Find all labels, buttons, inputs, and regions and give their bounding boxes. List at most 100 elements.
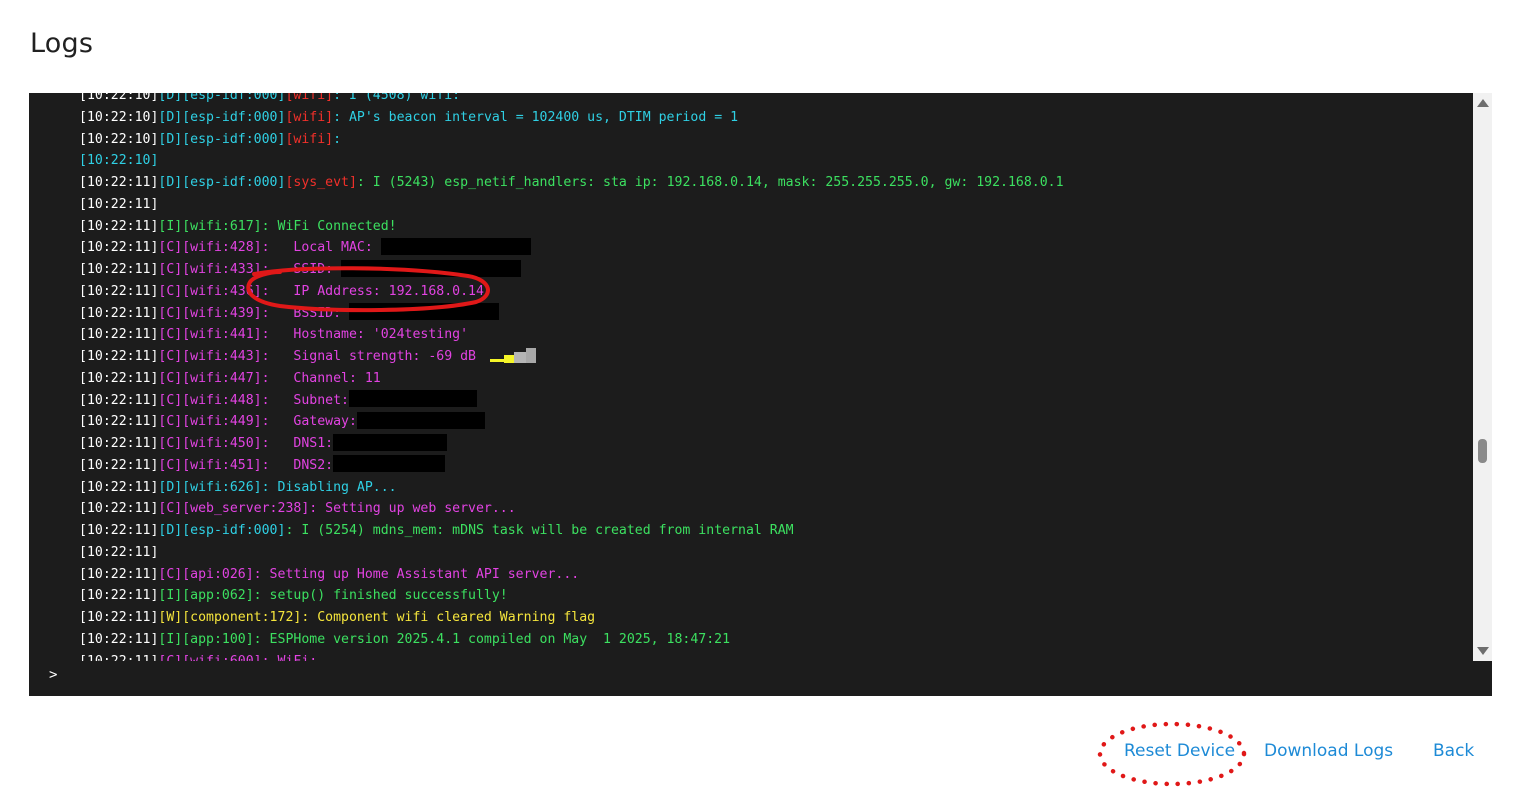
log-line: [10:22:11][C][wifi:600]: WiFi: xyxy=(79,651,1064,662)
log-segment: [C][wifi:449]: Gateway: xyxy=(158,414,357,430)
log-timestamp: [10:22:11] xyxy=(79,631,159,647)
log-segment: [C][wifi:439]: BSSID: xyxy=(158,305,349,321)
redacted-block xyxy=(341,259,522,277)
log-segment: [I][app:062]: setup() finished successfu… xyxy=(158,588,508,604)
log-timestamp: [10:22:11] xyxy=(79,175,159,190)
log-segment: [D][wifi:626]: Disabling AP... xyxy=(158,479,397,495)
log-segment: [C][wifi:428]: Local MAC: xyxy=(158,240,381,256)
log-scrollbar[interactable] xyxy=(1473,93,1492,661)
log-segment: [C][wifi:448]: Subnet: xyxy=(158,392,349,408)
log-line: [10:22:10] xyxy=(79,150,1064,172)
dialog-title: Logs xyxy=(30,28,94,59)
log-segment: [C][wifi:443]: Signal strength: -69 dB xyxy=(158,349,484,364)
log-timestamp: [10:22:11] xyxy=(79,479,159,495)
log-line: [10:22:11][D][esp-idf:000][sys_evt]: I (… xyxy=(79,172,1064,194)
log-line: [10:22:11][I][app:062]: setup() finished… xyxy=(79,585,1064,607)
redacted-block xyxy=(348,390,477,407)
log-timestamp: [10:22:11] xyxy=(79,218,159,234)
log-timestamp: [10:22:11] xyxy=(79,196,159,212)
log-line: [10:22:11][I][wifi:617]: WiFi Connected! xyxy=(79,216,1064,238)
command-prompt[interactable]: > xyxy=(49,667,57,683)
log-segment: [W][component:172]: Component wifi clear… xyxy=(158,610,596,625)
log-line: [10:22:11][C][web_server:238]: Setting u… xyxy=(79,498,1064,520)
log-line: [10:22:11][C][wifi:428]: Local MAC: xyxy=(79,237,1064,259)
log-segment: [C][wifi:447]: Channel: 11 xyxy=(158,370,381,386)
log-line: [10:22:11] xyxy=(79,194,1064,216)
log-line: [10:22:11][C][wifi:449]: Gateway: xyxy=(79,411,1064,433)
log-terminal: [10:22:10][D][esp-idf:000][wifi]: I (450… xyxy=(29,93,1492,696)
log-segment: [C][wifi:450]: DNS1: xyxy=(158,436,334,451)
log-timestamp: [10:22:11] xyxy=(79,523,159,538)
log-segment: : I (4508) wifi: xyxy=(333,93,461,103)
logs-dialog: Logs [10:22:10][D][esp-idf:000][wifi]: I… xyxy=(0,0,1522,801)
log-segment: [wifi] xyxy=(285,131,334,147)
log-timestamp: [10:22:11] xyxy=(79,588,159,604)
log-line: [10:22:11][D][esp-idf:000]: I (5254) mdn… xyxy=(79,520,1064,542)
log-timestamp: [10:22:11] xyxy=(79,240,159,256)
scroll-down-arrow-icon[interactable] xyxy=(1477,647,1489,655)
log-timestamp: [10:22:11] xyxy=(79,349,159,364)
log-segment: [C][wifi:441]: Hostname: '024testing' xyxy=(158,327,469,343)
log-line: [10:22:10][D][esp-idf:000][wifi]: AP's b… xyxy=(79,107,1064,129)
log-timestamp: [10:22:11] xyxy=(79,610,159,625)
log-segment: : I (5243) esp_netif_handlers: sta ip: 1… xyxy=(356,175,1064,190)
signal-strength-icon xyxy=(489,347,538,365)
log-segment: [C][wifi:451]: DNS2: xyxy=(158,457,334,473)
log-line: [10:22:10][D][esp-idf:000][wifi]: I (450… xyxy=(79,93,1064,107)
log-lines: [10:22:10][D][esp-idf:000][wifi]: I (450… xyxy=(79,93,1064,661)
back-button[interactable]: Back xyxy=(1433,741,1474,761)
log-timestamp: [10:22:11] xyxy=(79,566,159,582)
log-line: [10:22:11][D][wifi:626]: Disabling AP... xyxy=(79,477,1064,499)
redacted-block xyxy=(333,433,448,451)
scroll-thumb[interactable] xyxy=(1478,439,1487,463)
log-segment: [I][wifi:617]: WiFi Connected! xyxy=(158,218,397,234)
log-line: [10:22:11][C][wifi:451]: DNS2: xyxy=(79,455,1064,477)
log-segment: [10:22:10] xyxy=(79,153,159,169)
log-segment: [C][wifi:433]: SSID: xyxy=(158,262,342,277)
log-timestamp: [10:22:11] xyxy=(79,414,159,430)
log-segment: [C][api:026]: Setting up Home Assistant … xyxy=(158,566,580,582)
log-segment: [I][app:100]: ESPHome version 2025.4.1 c… xyxy=(158,631,731,647)
log-line: [10:22:11][W][component:172]: Component … xyxy=(79,607,1064,629)
log-segment: [sys_evt] xyxy=(285,175,357,190)
log-timestamp: [10:22:11] xyxy=(79,392,159,408)
reset-device-button[interactable]: Reset Device xyxy=(1124,741,1235,761)
log-timestamp: [10:22:11] xyxy=(79,283,159,299)
log-timestamp: [10:22:11] xyxy=(79,653,159,662)
redacted-block xyxy=(356,411,485,429)
log-timestamp: [10:22:11] xyxy=(79,327,159,343)
log-line: [10:22:11][I][app:100]: ESPHome version … xyxy=(79,629,1064,651)
log-timestamp: [10:22:10] xyxy=(79,131,159,147)
log-segment: [D][esp-idf:000] xyxy=(158,523,286,538)
log-timestamp: [10:22:10] xyxy=(79,93,159,103)
log-segment: [D][esp-idf:000] xyxy=(158,93,286,103)
redacted-block xyxy=(333,455,446,473)
log-timestamp: [10:22:11] xyxy=(79,501,159,517)
log-timestamp: [10:22:11] xyxy=(79,370,159,386)
log-segment: [wifi] xyxy=(285,93,334,103)
log-timestamp: [10:22:11] xyxy=(79,262,159,277)
log-line: [10:22:10][D][esp-idf:000][wifi]: xyxy=(79,129,1064,151)
log-segment: [D][esp-idf:000] xyxy=(158,131,286,147)
scroll-up-arrow-icon[interactable] xyxy=(1477,99,1489,107)
redacted-block xyxy=(348,303,499,320)
log-segment: [D][esp-idf:000] xyxy=(158,109,286,125)
log-segment: [D][esp-idf:000] xyxy=(158,175,286,190)
log-segment: [wifi] xyxy=(285,109,334,125)
log-timestamp: [10:22:10] xyxy=(79,109,159,125)
log-segment: [C][wifi:436]: IP Address: 192.168.0.14 xyxy=(158,283,484,299)
log-segment: [C][wifi:600]: WiFi: xyxy=(158,653,318,662)
log-line: [10:22:11][C][wifi:448]: Subnet: xyxy=(79,390,1064,412)
log-line: [10:22:11][C][wifi:436]: IP Address: 192… xyxy=(79,281,1064,303)
log-line: [10:22:11][C][wifi:439]: BSSID: xyxy=(79,303,1064,325)
log-segment: : xyxy=(333,131,342,147)
download-logs-button[interactable]: Download Logs xyxy=(1264,741,1393,761)
log-line: [10:22:11][C][wifi:441]: Hostname: '024t… xyxy=(79,324,1064,346)
log-output[interactable]: [10:22:10][D][esp-idf:000][wifi]: I (450… xyxy=(29,93,1473,661)
log-line: [10:22:11][C][wifi:443]: Signal strength… xyxy=(79,346,1064,368)
log-timestamp: [10:22:11] xyxy=(79,436,159,451)
log-timestamp: [10:22:11] xyxy=(79,305,159,321)
log-line: [10:22:11][C][api:026]: Setting up Home … xyxy=(79,564,1064,586)
log-line: [10:22:11][C][wifi:447]: Channel: 11 xyxy=(79,368,1064,390)
log-line: [10:22:11][C][wifi:433]: SSID: xyxy=(79,259,1064,281)
